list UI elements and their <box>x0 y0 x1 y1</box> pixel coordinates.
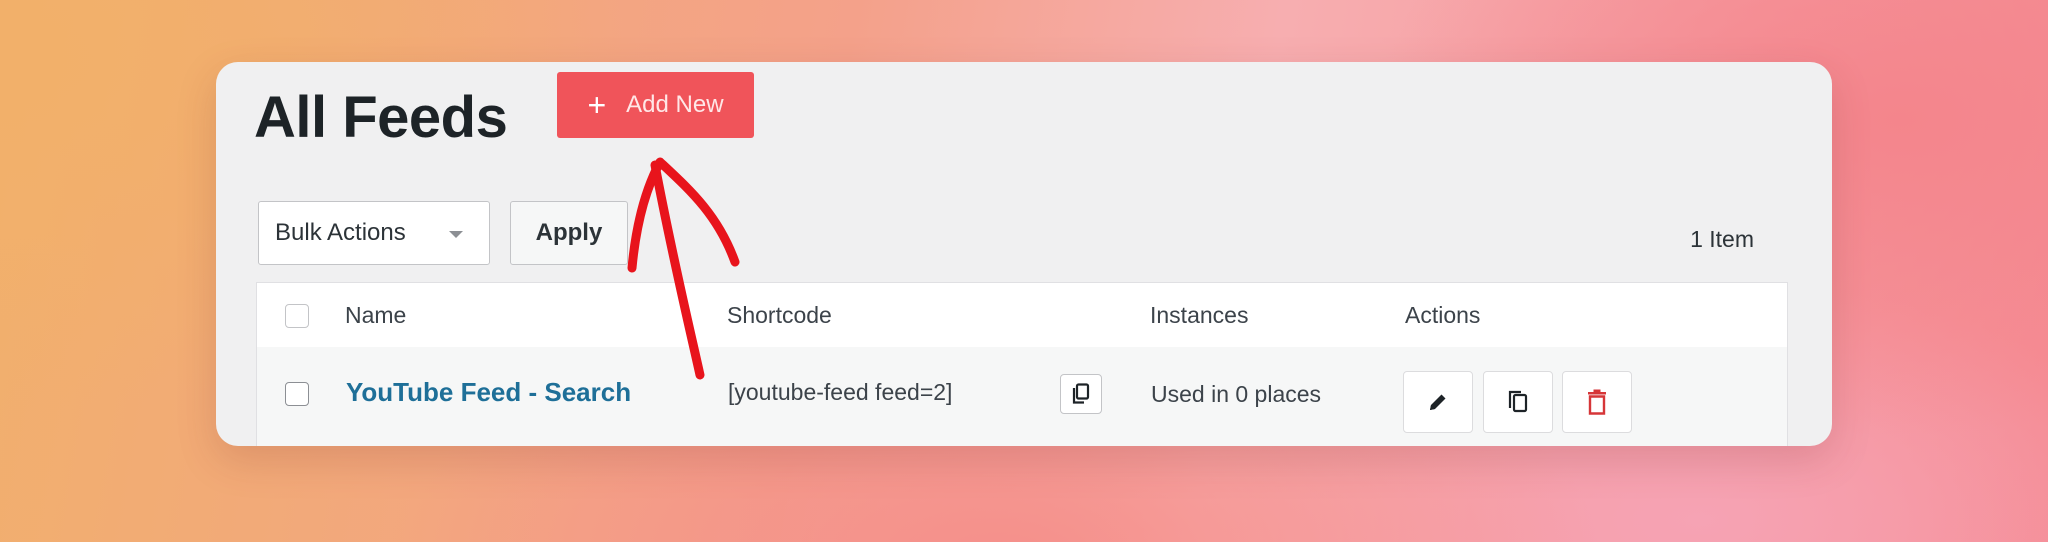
pencil-icon <box>1430 394 1446 410</box>
feed-name-link[interactable]: YouTube Feed - Search <box>346 377 631 408</box>
page-title: All Feeds <box>254 85 508 150</box>
caret-down-icon <box>449 231 463 238</box>
column-header-shortcode: Shortcode <box>727 302 832 328</box>
shortcode-text: [youtube-feed feed=2] <box>728 379 953 405</box>
bulk-actions-select[interactable]: Bulk Actions <box>258 201 490 265</box>
apply-button[interactable]: Apply <box>510 201 628 265</box>
table-row: YouTube Feed - Search [youtube-feed feed… <box>257 347 1787 446</box>
trash-icon <box>1588 389 1606 415</box>
instances-text: Used in 0 places <box>1151 381 1322 407</box>
duplicate-feed-button[interactable] <box>1483 371 1553 433</box>
select-all-checkbox[interactable] <box>285 304 309 328</box>
copy-shortcode-button[interactable] <box>1060 374 1102 414</box>
column-header-name[interactable]: Name <box>345 302 406 329</box>
column-header-actions: Actions <box>1405 302 1481 328</box>
bulk-actions-value: Bulk Actions <box>275 219 406 246</box>
add-new-button[interactable]: + Add New <box>557 72 754 138</box>
row-checkbox[interactable] <box>285 382 309 406</box>
delete-feed-button[interactable] <box>1562 371 1632 433</box>
plus-icon: + <box>587 87 607 123</box>
column-header-instances: Instances <box>1150 302 1249 328</box>
add-new-label: Add New <box>626 91 724 118</box>
copy-icon <box>1072 383 1090 404</box>
item-count: 1 Item <box>1690 226 1754 252</box>
feeds-table: Name Shortcode Instances Actions YouTube… <box>256 282 1788 446</box>
table-header: Name Shortcode Instances Actions <box>257 283 1787 348</box>
duplicate-icon <box>1508 390 1528 413</box>
feeds-panel: All Feeds + Add New Bulk Actions Apply 1… <box>216 62 1832 446</box>
edit-feed-button[interactable] <box>1403 371 1473 433</box>
